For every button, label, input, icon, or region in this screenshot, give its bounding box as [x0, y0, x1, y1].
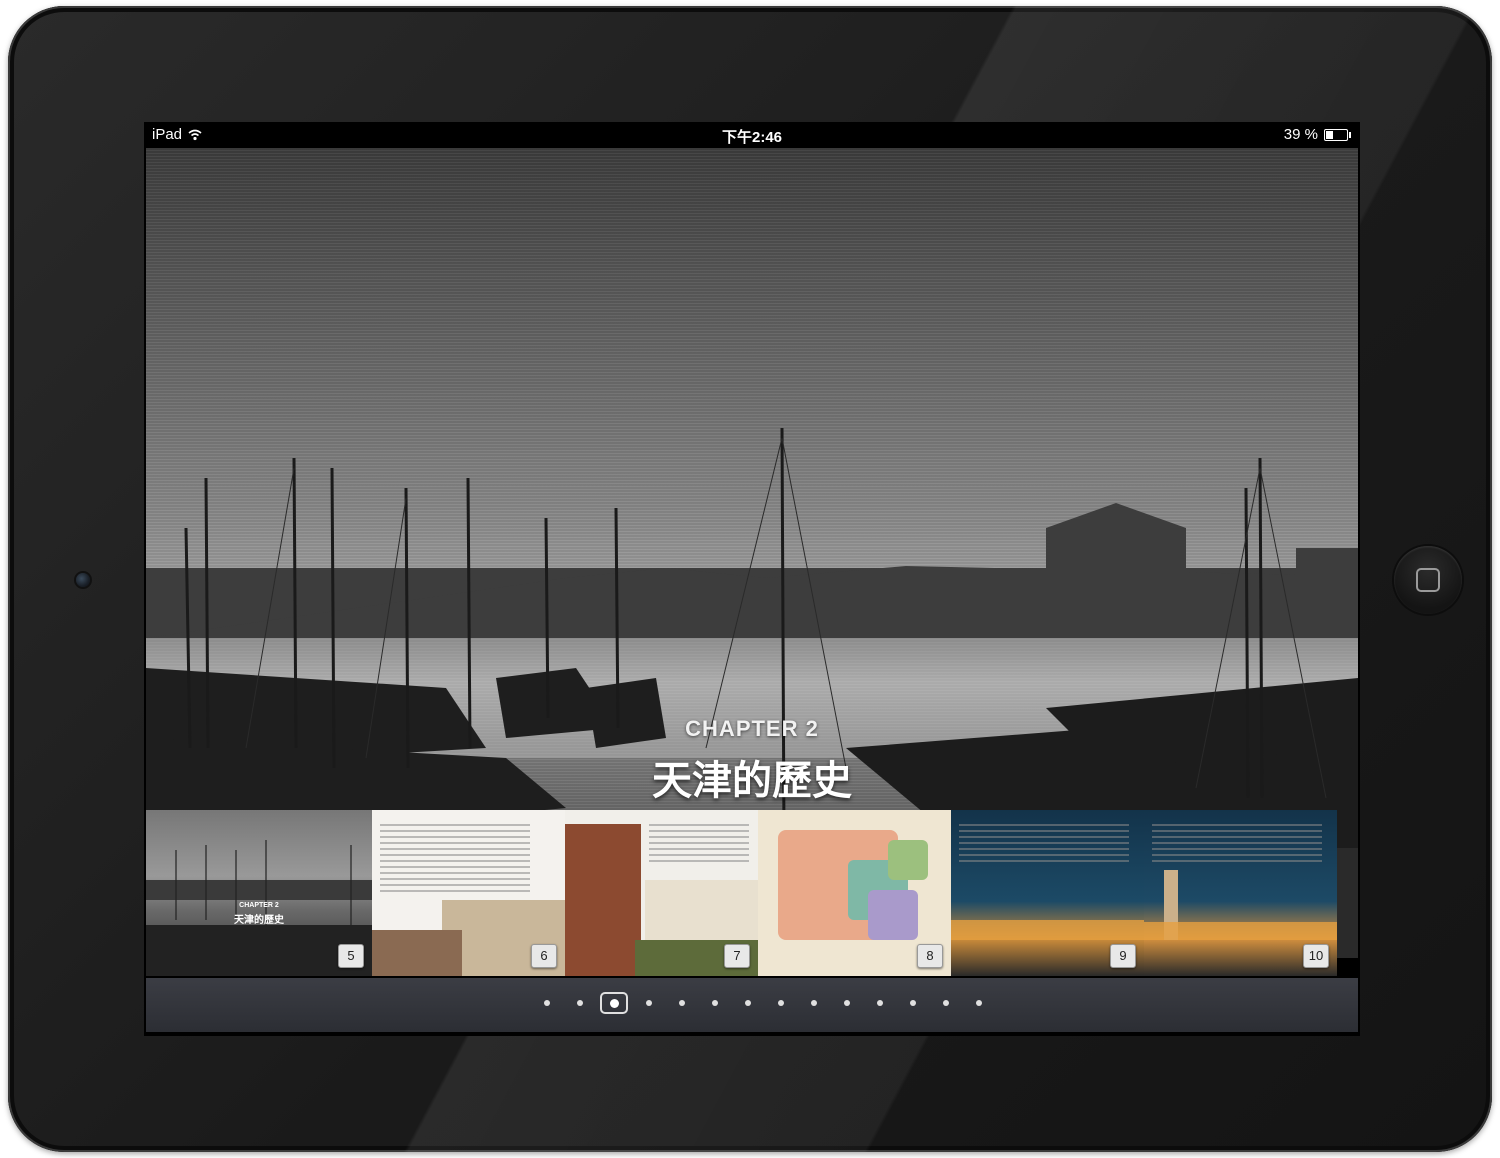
page-thumbnail[interactable]: 9 — [951, 810, 1144, 976]
dot-indicator — [609, 998, 619, 1008]
page-number-badge: 8 — [917, 944, 943, 968]
dot-indicator — [576, 1000, 583, 1006]
page-dot[interactable] — [563, 992, 596, 1014]
page-dot[interactable] — [764, 992, 797, 1014]
page-number-badge: 10 — [1303, 944, 1329, 968]
page-number-badge: 5 — [338, 944, 364, 968]
dot-indicator — [645, 1000, 652, 1006]
page-dot[interactable] — [929, 992, 962, 1014]
screen: iPad 下午2:46 39 % CHAPTER 2 天津的歷史 CHAPTER… — [144, 122, 1360, 1036]
dot-indicator — [744, 1000, 751, 1006]
page-dots — [530, 992, 995, 1014]
page-dot[interactable] — [698, 992, 731, 1014]
chapter-title: 天津的歷史 — [652, 758, 852, 804]
page-thumbnail[interactable]: 8 — [758, 810, 951, 976]
page-control — [146, 978, 1358, 1032]
page-dot-active[interactable] — [600, 992, 628, 1014]
page-dot[interactable] — [530, 992, 563, 1014]
dot-indicator — [876, 1000, 883, 1006]
home-square-icon — [1416, 568, 1440, 592]
page-dot[interactable] — [830, 992, 863, 1014]
status-bar: iPad 下午2:46 39 % — [144, 122, 1360, 148]
status-time: 下午2:46 — [721, 129, 783, 146]
battery-percent: 39 % — [1283, 126, 1318, 143]
thumbnail-chapter-label: CHAPTER 2 — [239, 902, 279, 909]
home-button[interactable] — [1394, 546, 1462, 614]
page-number-badge: 6 — [531, 944, 557, 968]
battery-icon — [1324, 128, 1351, 141]
dot-indicator — [777, 1000, 784, 1006]
page-dot[interactable] — [863, 992, 896, 1014]
page-thumbnail[interactable]: 6 — [372, 810, 565, 976]
thumbnail-chapter-title: 天津的歷史 — [234, 915, 284, 926]
front-camera — [76, 573, 90, 587]
dot-indicator — [942, 1000, 949, 1006]
page-dot[interactable] — [731, 992, 764, 1014]
chapter-label: CHAPTER 2 — [685, 716, 819, 741]
page-dot[interactable] — [632, 992, 665, 1014]
page-dot[interactable] — [797, 992, 830, 1014]
dot-indicator — [843, 1000, 850, 1006]
dot-indicator — [678, 1000, 685, 1006]
page-thumbnail[interactable]: 7 — [565, 810, 758, 976]
dot-indicator — [711, 1000, 718, 1006]
page-thumbnail[interactable]: CHAPTER 2 天津的歷史 5 — [146, 810, 372, 976]
page-thumbnail-strip: CHAPTER 2 天津的歷史 5 6 7 8 9 10 — [146, 810, 1358, 976]
dot-indicator — [909, 1000, 916, 1006]
dot-indicator — [975, 1000, 982, 1006]
dot-indicator — [543, 1000, 550, 1006]
page-dot[interactable] — [665, 992, 698, 1014]
page-dot[interactable] — [962, 992, 995, 1014]
dot-indicator — [810, 1000, 817, 1006]
page-number-badge: 9 — [1110, 944, 1136, 968]
page-number-badge: 7 — [724, 944, 750, 968]
page-thumbnail[interactable]: 10 — [1144, 810, 1337, 976]
page-dot[interactable] — [896, 992, 929, 1014]
